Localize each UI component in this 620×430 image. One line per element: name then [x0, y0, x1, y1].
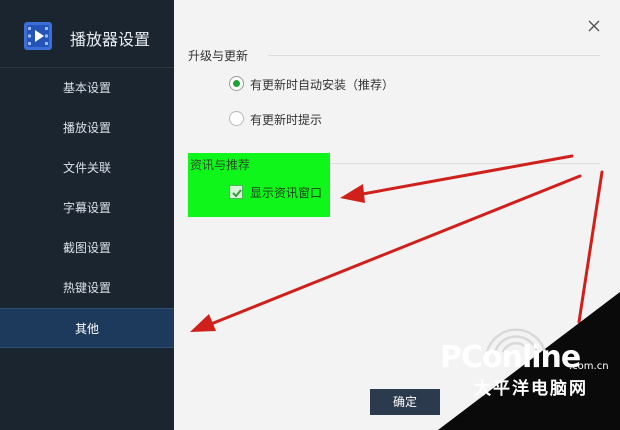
radio-button-checked[interactable] [229, 76, 244, 91]
update-section-title: 升级与更新 [188, 49, 249, 63]
checkmark-icon [232, 189, 242, 198]
sidebar-item-hotkeys[interactable]: 热键设置 [0, 268, 174, 308]
radio-auto-install[interactable]: 有更新时自动安装（推荐） [229, 75, 409, 93]
close-icon[interactable] [586, 18, 602, 34]
radio-notify-update-label: 有更新时提示 [250, 113, 323, 127]
sidebar-item-basic[interactable]: 基本设置 [0, 68, 174, 108]
sidebar-item-other[interactable]: 其他 [0, 308, 174, 348]
show-news-checkbox-row[interactable]: 显示资讯窗口 [229, 183, 329, 201]
sidebar-item-screenshot[interactable]: 截图设置 [0, 228, 174, 268]
ok-button[interactable]: 确定 [370, 389, 440, 415]
app-title: 播放器设置 [70, 30, 151, 49]
sidebar: 播放器设置 基本设置 播放设置 文件关联 字幕设置 截图设置 热键设置 其他 [0, 0, 174, 430]
watermark-domain: .com.cn [569, 361, 609, 372]
radio-button[interactable] [229, 111, 244, 126]
radio-notify-update[interactable]: 有更新时提示 [229, 110, 349, 128]
sidebar-item-playback[interactable]: 播放设置 [0, 108, 174, 148]
news-section-title: 资讯与推荐 [190, 158, 251, 172]
radio-auto-install-label: 有更新时自动安装（推荐） [250, 78, 395, 92]
watermark-name: 太平洋电脑网 [474, 379, 588, 399]
show-news-label: 显示资讯窗口 [250, 186, 323, 200]
show-news-checkbox[interactable] [229, 185, 243, 199]
sidebar-item-file-association[interactable]: 文件关联 [0, 148, 174, 188]
watermark-logo: PConline [440, 340, 581, 375]
sidebar-item-subtitles[interactable]: 字幕设置 [0, 188, 174, 228]
player-logo-icon [24, 22, 52, 50]
brand: 播放器设置 [24, 22, 174, 50]
update-section-divider [268, 55, 600, 56]
